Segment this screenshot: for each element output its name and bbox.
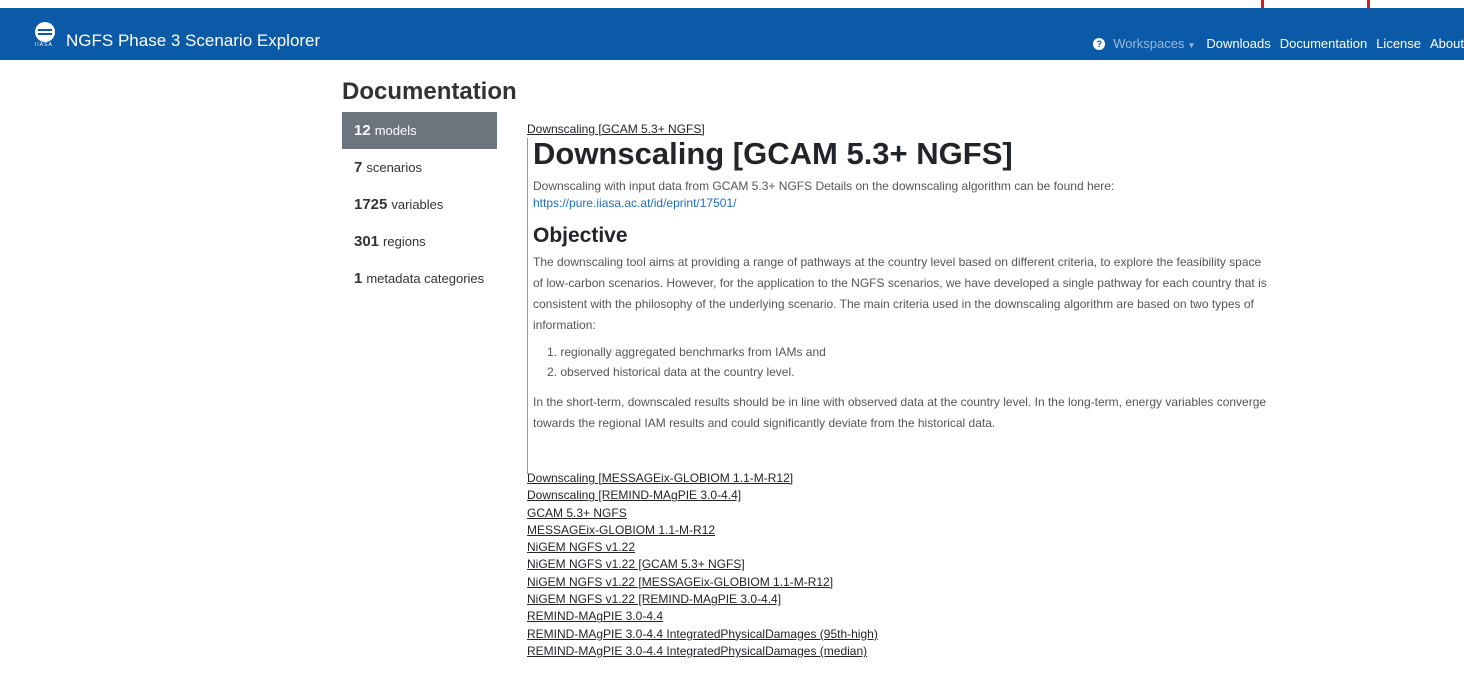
sidebar-item-scenarios[interactable]: 7 scenarios [342,149,497,186]
model-links-list: Downscaling [MESSAGEix-GLOBIOM 1.1-M-R12… [527,470,878,660]
model-link[interactable]: REMIND-MAgPIE 3.0-4.4 [527,608,878,625]
app-title[interactable]: NGFS Phase 3 Scenario Explorer [66,31,320,51]
logo-tag: IIASA [35,42,53,48]
nav-license[interactable]: License [1376,36,1421,51]
sidebar-item-variables[interactable]: 1725 variables [342,186,497,223]
iiasa-logo[interactable]: IIASA [35,22,57,48]
red-marker-right [1367,0,1370,8]
workspaces-label: Workspaces [1113,36,1185,51]
sidebar-item-label: regions [383,234,426,249]
sidebar-item-models[interactable]: 12 models [342,112,497,149]
closing-text: In the short-term, downscaled results sh… [533,395,1267,430]
model-link[interactable]: MESSAGEix-GLOBIOM 1.1-M-R12 [527,522,878,539]
eprint-link[interactable]: https://pure.iiasa.ac.at/id/eprint/17501… [533,196,736,210]
model-detail-card: Downscaling [GCAM 5.3+ NGFS] Downscaling… [527,136,1267,474]
list-item: regionally aggregated benchmarks from IA… [547,342,1267,362]
objective-heading: Objective [533,224,628,247]
sidebar-item-label: variables [391,197,444,212]
question-circle-icon[interactable]: ? [1093,37,1106,50]
model-description: Downscaling with input data from GCAM 5.… [533,178,1267,212]
sidebar-item-count: 1 [354,270,363,287]
list-item: observed historical data at the country … [547,362,1267,382]
sidebar-item-label: metadata categories [366,271,485,286]
sidebar-item-label: models [374,123,417,138]
model-link[interactable]: REMIND-MAgPIE 3.0-4.4 IntegratedPhysical… [527,643,878,660]
sidebar-item-metadata-categories[interactable]: 1 metadata categories [342,260,497,297]
top-navbar: IIASA NGFS Phase 3 Scenario Explorer ? W… [0,8,1464,60]
red-marker-left [1261,0,1264,8]
sidebar-item-regions[interactable]: 301 regions [342,223,497,260]
sidebar-item-count: 7 [354,159,363,176]
nav-documentation[interactable]: Documentation [1280,36,1367,51]
model-link[interactable]: NiGEM NGFS v1.22 [MESSAGEix-GLOBIOM 1.1-… [527,574,878,591]
model-link[interactable]: NiGEM NGFS v1.22 [REMIND-MAgPIE 3.0-4.4] [527,591,878,608]
nav-downloads[interactable]: Downloads [1206,36,1270,51]
sidebar: 12 models 7 scenarios 1725 variables 301 reg… [342,112,497,297]
model-link[interactable]: Downscaling [MESSAGEix-GLOBIOM 1.1-M-R12… [527,470,878,487]
nav-about[interactable]: About [1430,36,1464,51]
main-content: Downscaling [GCAM 5.3+ NGFS] Downscaling… [527,120,1267,474]
page-title: Documentation [342,78,517,105]
workspaces-dropdown[interactable]: Workspaces ▼ [1113,36,1195,51]
sidebar-item-count: 12 [354,122,371,139]
model-link[interactable]: NiGEM NGFS v1.22 [GCAM 5.3+ NGFS] [527,556,878,573]
caret-down-icon: ▼ [1187,41,1196,50]
nav-menu: ? Workspaces ▼ Downloads Documentation Li… [1093,36,1464,51]
breadcrumb-link[interactable]: Downscaling [GCAM 5.3+ NGFS] [527,122,705,136]
objective-text: The downscaling tool aims at providing a… [533,255,1267,332]
model-description-text: Downscaling with input data from GCAM 5.… [533,179,1115,193]
sidebar-item-count: 1725 [354,196,388,213]
sidebar-item-label: scenarios [366,160,422,175]
model-link[interactable]: GCAM 5.3+ NGFS [527,505,878,522]
model-link[interactable]: NiGEM NGFS v1.22 [527,539,878,556]
model-link[interactable]: Downscaling [REMIND-MAgPIE 3.0-4.4] [527,487,878,504]
sidebar-item-count: 301 [354,233,380,250]
objective-list: regionally aggregated benchmarks from IA… [547,342,1267,382]
model-heading: Downscaling [GCAM 5.3+ NGFS] [533,136,1013,171]
model-link[interactable]: REMIND-MAgPIE 3.0-4.4 IntegratedPhysical… [527,626,878,643]
